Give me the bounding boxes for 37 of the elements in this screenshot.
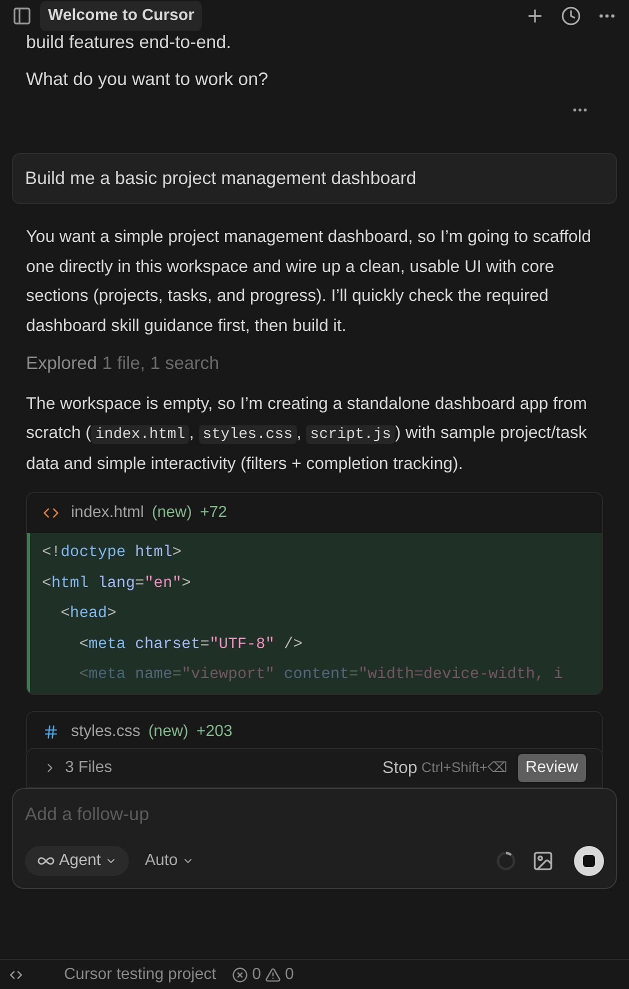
- code-line: <!doctype html>: [42, 542, 182, 563]
- error-count[interactable]: 0: [252, 962, 261, 986]
- code-line: <meta charset="UTF-8" />: [78, 634, 302, 654]
- code-line: <head>: [60, 603, 116, 624]
- user-message: Build me a basic project management dashboard: [12, 153, 617, 204]
- hash-icon: [43, 724, 59, 740]
- warning-icon: [264, 966, 281, 982]
- file-status: (new): [152, 503, 192, 523]
- code-line: <meta name="viewport" content="width=device-width, i: [78, 664, 563, 685]
- project-name[interactable]: Cursor testing project: [64, 962, 216, 986]
- file-name[interactable]: styles.css: [71, 720, 140, 744]
- message-text: What do you want to work on?: [26, 68, 270, 91]
- response-text: You want a simple project management dashboard, so I’m going to scaffold one directly in this workspace and wire up a clean, usable UI with core sections (projects, tasks, and progress). I’ll quickly check the required dashboard skill guidance first, then build it.: [25, 226, 592, 336]
- explored-summary[interactable]: Explored 1 file, 1 search: [0, 350, 629, 377]
- review-button[interactable]: Review: [518, 754, 586, 782]
- loading-spinner-icon: [496, 850, 516, 870]
- tab[interactable]: Welcome to Cursor: [40, 1, 202, 31]
- message-text: build features end-to-end.: [26, 31, 232, 54]
- added-lines: +72: [200, 503, 228, 523]
- image-icon[interactable]: [532, 850, 554, 872]
- stop-button[interactable]: Stop: [382, 754, 418, 780]
- history-icon[interactable]: [561, 6, 581, 26]
- code-line: <html lang="en">: [42, 572, 191, 594]
- file-name[interactable]: index.html: [71, 501, 144, 525]
- stop-icon: [583, 854, 595, 866]
- composer[interactable]: Add a follow-up Agent Auto: [12, 788, 617, 888]
- warning-count[interactable]: 0: [284, 962, 294, 986]
- shortcut-hint: Ctrl+Shift+⌫: [421, 758, 508, 777]
- files-toggle[interactable]: 3 Files: [43, 756, 112, 780]
- mode-selector[interactable]: Agent: [25, 846, 129, 876]
- plan-text: The workspace is empty, so I’m creating a standalone dashboard app from scratch ( index.html , styles.css , script.js ) with sample project/task data and simple interactivity (filters + completion tracking).: [25, 393, 588, 475]
- added-lines: +203: [196, 722, 232, 742]
- stop-generation-button[interactable]: [574, 846, 604, 876]
- file-status: (new): [148, 722, 188, 742]
- sidebar-toggle-icon[interactable]: [12, 6, 32, 26]
- model-selector[interactable]: Auto: [144, 848, 194, 872]
- error-icon: [232, 966, 248, 982]
